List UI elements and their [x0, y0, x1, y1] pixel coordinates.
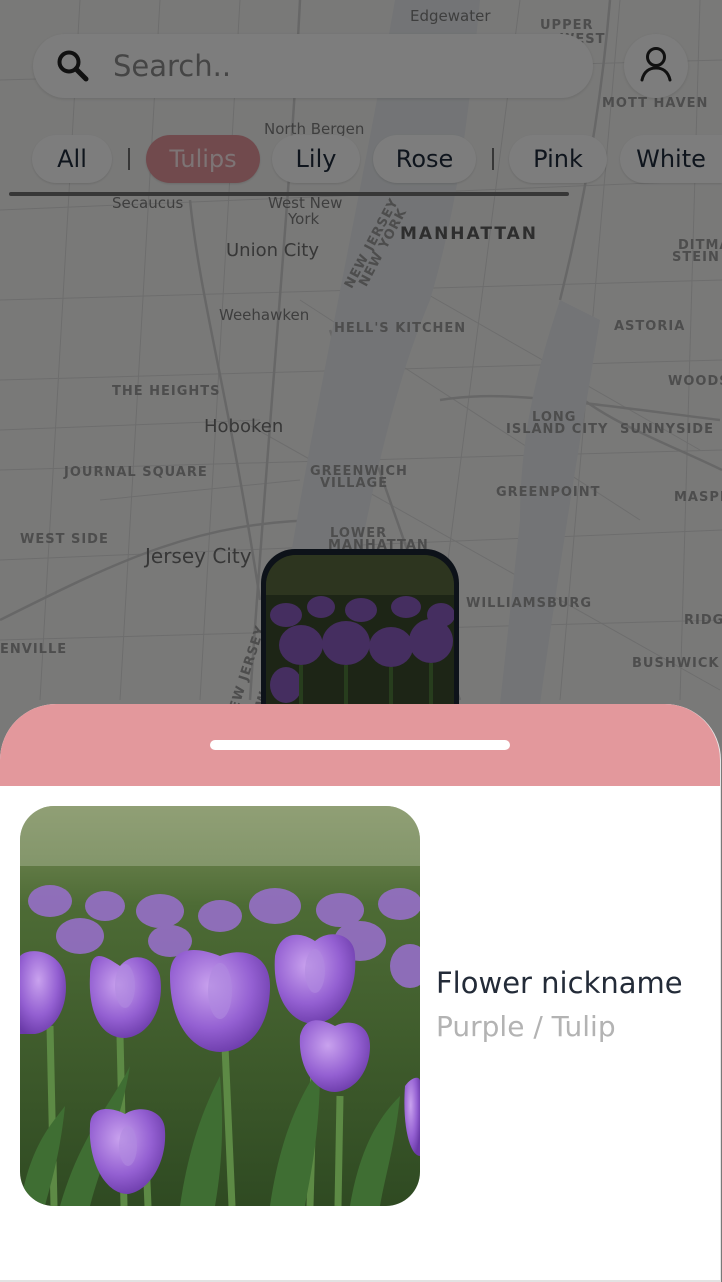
- filter-chip-all[interactable]: All: [32, 135, 112, 183]
- map-label: York: [288, 210, 320, 228]
- search-bar[interactable]: [33, 34, 593, 98]
- map-label: Weehawken: [219, 306, 310, 324]
- map-label: WOODS: [668, 374, 722, 389]
- map-label: Secaucus: [112, 194, 184, 212]
- map-label: Hoboken: [204, 416, 284, 437]
- chip-divider: [492, 148, 494, 170]
- map-label: WILLIAMSBURG: [466, 596, 593, 611]
- map-label: BUSHWICK: [632, 656, 720, 671]
- map-label: ENVILLE: [0, 642, 68, 657]
- map-label: SUNNYSIDE: [620, 422, 714, 437]
- map-label: Union City: [226, 240, 320, 261]
- filter-chip-rose[interactable]: Rose: [373, 135, 476, 183]
- bottom-sheet[interactable]: Flower nickname Purple / Tulip: [0, 704, 721, 1282]
- map-label: JOURNAL SQUARE: [64, 465, 208, 480]
- search-input[interactable]: [111, 48, 535, 84]
- map-label: MASPE: [674, 490, 722, 505]
- chip-divider: [128, 148, 130, 170]
- chip-scroll-indicator: [9, 192, 569, 196]
- drag-handle[interactable]: [210, 740, 510, 750]
- user-profile-icon: [638, 45, 674, 88]
- filter-chip-pink[interactable]: Pink: [509, 135, 607, 183]
- flower-name: Flower nickname: [436, 966, 683, 1000]
- sheet-header[interactable]: [0, 704, 720, 786]
- map-label: MANHATTAN: [400, 224, 539, 244]
- map-label: MOTT HAVEN: [602, 96, 709, 111]
- filter-chip-lily[interactable]: Lily: [272, 135, 360, 183]
- filter-chip-white[interactable]: White: [620, 135, 722, 183]
- flower-type: Purple / Tulip: [436, 1010, 616, 1043]
- map-label: THE HEIGHTS: [112, 384, 221, 399]
- map-label: STEIN: [672, 250, 720, 265]
- map-label: GREENPOINT: [496, 485, 601, 500]
- flower-photo: [20, 806, 420, 1206]
- filter-chip-tulips[interactable]: Tulips: [146, 135, 260, 183]
- map-label: VILLAGE: [320, 476, 389, 491]
- map-label: UPPER: [540, 18, 594, 33]
- map-label: ISLAND CITY: [506, 422, 609, 437]
- map-label: WEST SIDE: [20, 532, 109, 547]
- map-label: Jersey City: [145, 544, 252, 568]
- map-label: HELL'S KITCHEN: [334, 321, 467, 336]
- profile-button[interactable]: [624, 34, 688, 98]
- search-icon: [55, 48, 91, 84]
- map-label: Edgewater: [410, 7, 491, 25]
- map-label: RIDG: [684, 613, 722, 628]
- map-label: ASTORIA: [614, 319, 686, 334]
